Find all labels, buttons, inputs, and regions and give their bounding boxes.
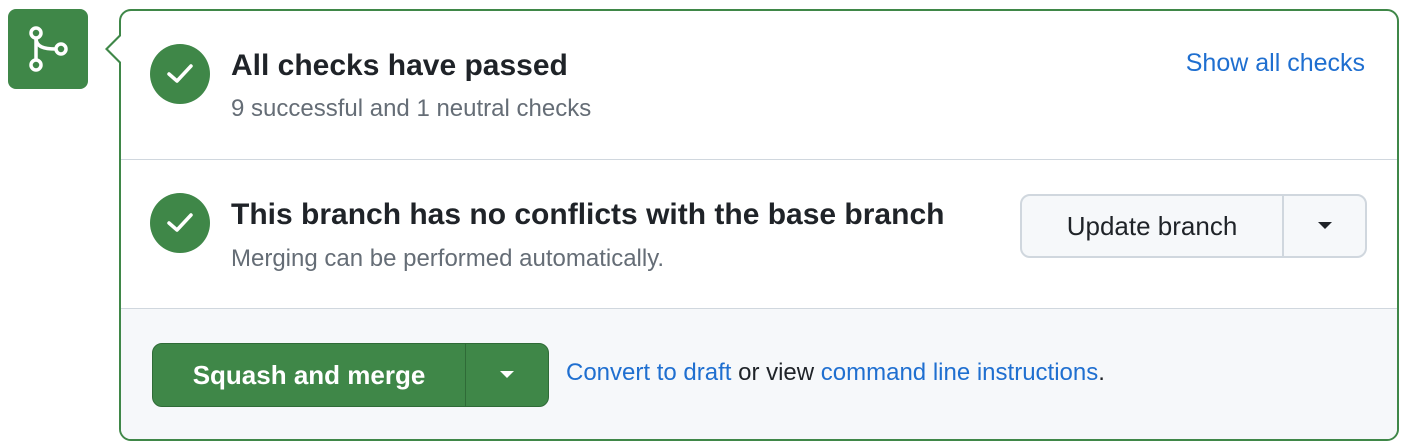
merge-button-group: Squash and merge xyxy=(152,343,549,407)
merge-help-text: Convert to draft or view command line in… xyxy=(566,359,1105,387)
merge-section: Squash and merge Convert to draft or vie… xyxy=(121,308,1397,439)
check-icon xyxy=(167,64,193,83)
update-branch-button-group: Update branch xyxy=(1020,194,1367,258)
convert-to-draft-link[interactable]: Convert to draft xyxy=(566,359,731,386)
update-branch-button[interactable]: Update branch xyxy=(1022,196,1284,256)
checks-title: All checks have passed xyxy=(231,49,568,82)
conflicts-section: This branch has no conflicts with the ba… xyxy=(121,159,1397,308)
or-view-text: or view xyxy=(731,359,821,386)
conflicts-title: This branch has no conflicts with the ba… xyxy=(231,198,945,231)
git-merge-icon-box xyxy=(8,9,88,89)
merge-method-dropdown-button[interactable] xyxy=(466,344,548,406)
panel-pointer-inner xyxy=(108,35,122,63)
checks-section: All checks have passed 9 successful and … xyxy=(121,11,1397,159)
triangle-down-icon xyxy=(1317,222,1332,229)
show-all-checks-link[interactable]: Show all checks xyxy=(1186,49,1365,78)
conflicts-subtitle: Merging can be performed automatically. xyxy=(231,245,665,272)
squash-and-merge-button[interactable]: Squash and merge xyxy=(153,344,466,406)
period-text: . xyxy=(1098,359,1105,386)
git-merge-icon xyxy=(29,26,68,72)
checks-subtitle: 9 successful and 1 neutral checks xyxy=(231,95,592,122)
checks-status-badge xyxy=(150,44,210,104)
update-branch-dropdown-button[interactable] xyxy=(1284,196,1365,256)
triangle-down-icon xyxy=(500,371,514,378)
conflicts-status-badge xyxy=(150,193,210,253)
check-icon xyxy=(167,213,193,232)
merge-status-panel: All checks have passed 9 successful and … xyxy=(119,9,1399,441)
command-line-instructions-link[interactable]: command line instructions xyxy=(821,359,1098,386)
